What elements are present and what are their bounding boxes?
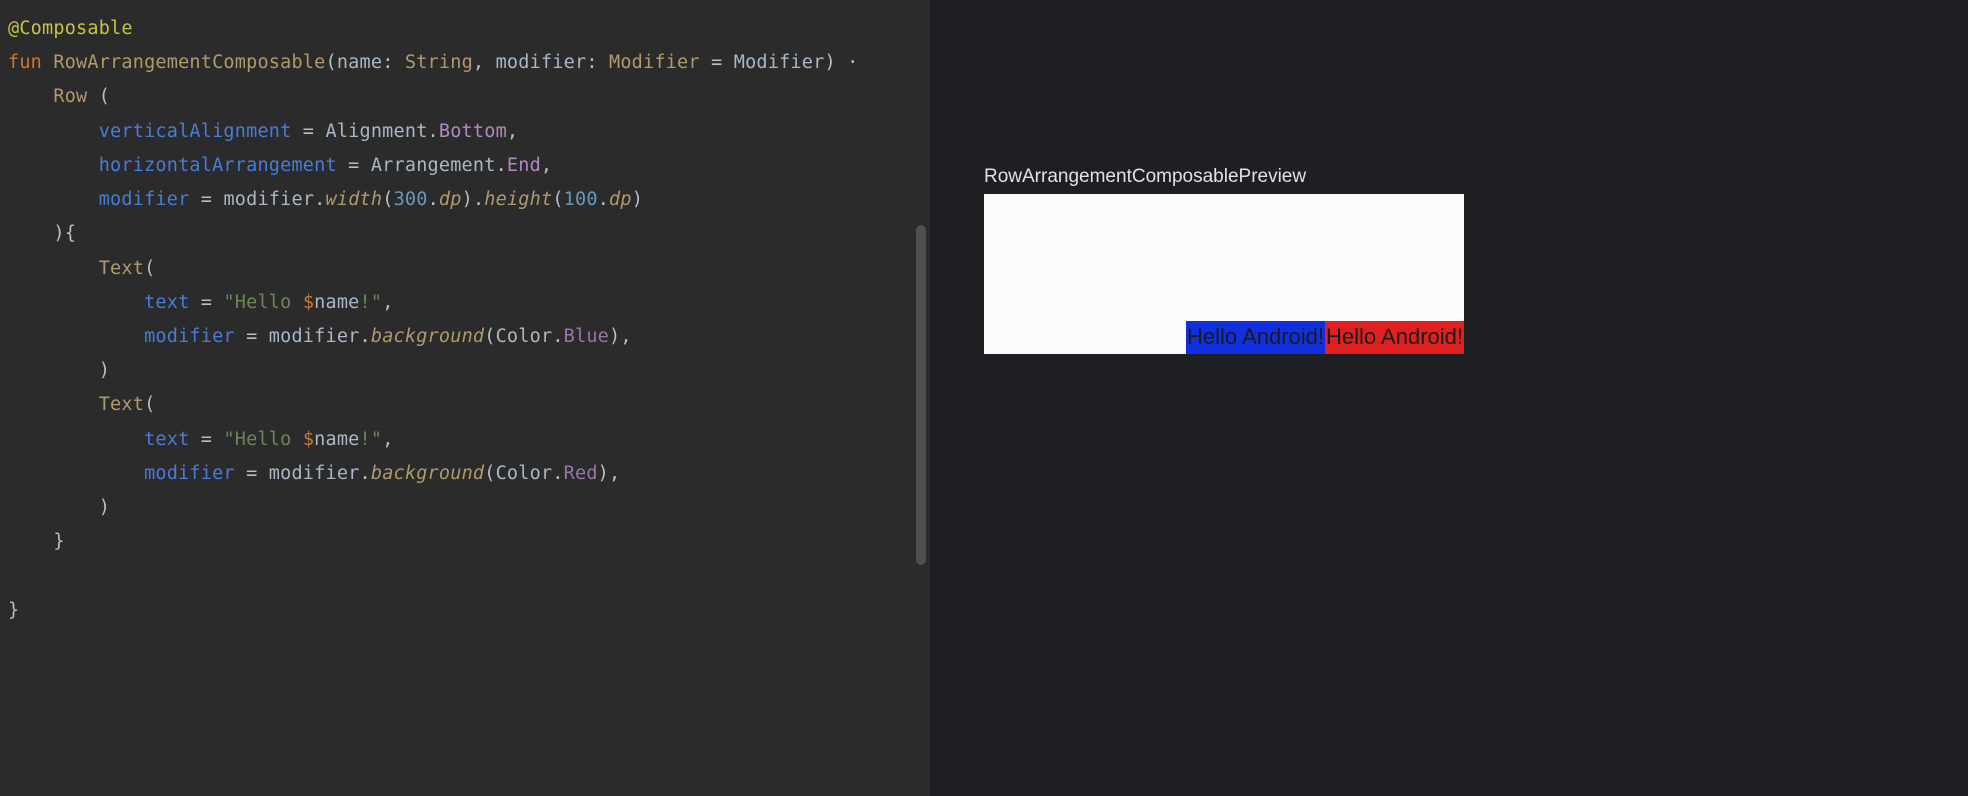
code-line-text2-mod: modifier = modifier.background(Color.Red… (8, 457, 922, 491)
preview-text-red: Hello Android! (1325, 321, 1464, 354)
code-line-harr: horizontalArrangement = Arrangement.End, (8, 149, 922, 183)
code-editor-pane[interactable]: @Composable fun RowArrangementComposable… (0, 0, 930, 796)
preview-title: RowArrangementComposablePreview (984, 166, 1306, 188)
code-line-annotation: @Composable (8, 12, 922, 46)
code-line-text1-text: text = "Hello $name!", (8, 286, 922, 320)
code-line-row-brace: ){ (8, 217, 922, 251)
code-line-row-open: Row ( (8, 80, 922, 114)
code-line-fun-close: } (8, 594, 922, 628)
code-line-blank (8, 560, 922, 594)
code-line-text1-open: Text( (8, 252, 922, 286)
preview-canvas: Hello Android! Hello Android! (984, 194, 1464, 354)
preview-text-blue: Hello Android! (1186, 321, 1325, 354)
code-line-text1-close: ) (8, 354, 922, 388)
code-line-row-close: } (8, 525, 922, 559)
compose-preview-pane[interactable]: RowArrangementComposablePreview Hello An… (932, 0, 1968, 796)
code-line-fun-decl: fun RowArrangementComposable(name: Strin… (8, 46, 922, 80)
code-line-text1-mod: modifier = modifier.background(Color.Blu… (8, 320, 922, 354)
editor-scrollbar[interactable] (916, 225, 926, 565)
code-line-modifier: modifier = modifier.width(300.dp).height… (8, 183, 922, 217)
code-line-text2-close: ) (8, 491, 922, 525)
code-line-text2-open: Text( (8, 388, 922, 422)
code-line-valign: verticalAlignment = Alignment.Bottom, (8, 115, 922, 149)
code-line-text2-text: text = "Hello $name!", (8, 423, 922, 457)
